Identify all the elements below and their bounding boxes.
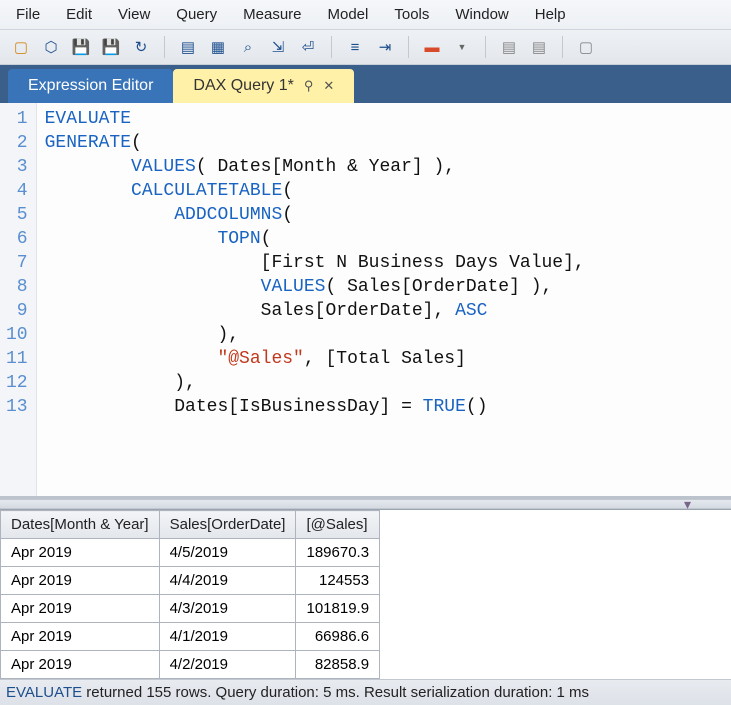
- format-icon[interactable]: ▬: [421, 36, 443, 58]
- table-row[interactable]: Apr 20194/3/2019101819.9: [1, 595, 380, 623]
- dropdown-icon[interactable]: ▼: [451, 36, 473, 58]
- menu-window[interactable]: Window: [449, 4, 514, 25]
- status-text: returned 155 rows. Query duration: 5 ms.…: [82, 684, 589, 701]
- splitter-handle[interactable]: ▾: [0, 499, 731, 509]
- menubar: File Edit View Query Measure Model Tools Window…: [0, 0, 731, 30]
- table-row[interactable]: Apr 20194/2/201982858.9: [1, 651, 380, 679]
- code-body[interactable]: EVALUATEGENERATE( VALUES( Dates[Month & …: [37, 103, 593, 496]
- tab-expression-editor[interactable]: Expression Editor: [8, 69, 173, 103]
- refresh-icon[interactable]: ↻: [130, 36, 152, 58]
- table-row[interactable]: Apr 20194/4/2019124553: [1, 567, 380, 595]
- diagram-icon[interactable]: ⇲: [267, 36, 289, 58]
- menu-file[interactable]: File: [10, 4, 46, 25]
- column-header[interactable]: Sales[OrderDate]: [159, 511, 296, 539]
- menu-tools[interactable]: Tools: [388, 4, 435, 25]
- tab-row: Expression Editor DAX Query 1* ⚲ ✕: [0, 65, 731, 103]
- table-row[interactable]: Apr 20194/1/201966986.6: [1, 623, 380, 651]
- menu-view[interactable]: View: [112, 4, 156, 25]
- menu-model[interactable]: Model: [322, 4, 375, 25]
- monitor-icon[interactable]: ▢: [575, 36, 597, 58]
- column-header[interactable]: [@Sales]: [296, 511, 380, 539]
- search-file-icon[interactable]: ⌕: [237, 36, 259, 58]
- open-icon[interactable]: ▢: [10, 36, 32, 58]
- document-icon[interactable]: ▤: [177, 36, 199, 58]
- code-editor[interactable]: 12345678910111213 EVALUATEGENERATE( VALU…: [0, 103, 731, 499]
- status-bar: EVALUATE returned 155 rows. Query durati…: [0, 679, 731, 705]
- status-keyword: EVALUATE: [6, 684, 82, 701]
- menu-help[interactable]: Help: [529, 4, 572, 25]
- menu-edit[interactable]: Edit: [60, 4, 98, 25]
- indent-icon[interactable]: ≡: [344, 36, 366, 58]
- line-gutter: 12345678910111213: [0, 103, 37, 496]
- close-icon[interactable]: ✕: [323, 78, 334, 94]
- menu-query[interactable]: Query: [170, 4, 223, 25]
- tab-label: Expression Editor: [28, 77, 153, 95]
- cube-icon[interactable]: ⬡: [40, 36, 62, 58]
- menu-measure[interactable]: Measure: [237, 4, 307, 25]
- toolbar: ▢ ⬡ 💾 💾 ↻ ▤ ▦ ⌕ ⇲ ⏎ ≡ ⇥ ▬ ▼ ▤ ▤ ▢: [0, 30, 731, 65]
- tab-dax-query[interactable]: DAX Query 1* ⚲ ✕: [173, 69, 354, 103]
- results-grid: Dates[Month & Year]Sales[OrderDate][@Sal…: [0, 509, 731, 679]
- align-bottom-icon[interactable]: ▤: [528, 36, 550, 58]
- column-header[interactable]: Dates[Month & Year]: [1, 511, 160, 539]
- save-icon[interactable]: 💾: [70, 36, 92, 58]
- tab-label: DAX Query 1*: [193, 77, 293, 95]
- grid-icon[interactable]: ▦: [207, 36, 229, 58]
- pin-icon[interactable]: ⚲: [304, 78, 314, 94]
- save-all-icon[interactable]: 💾: [100, 36, 122, 58]
- run-icon[interactable]: ⏎: [297, 36, 319, 58]
- outdent-icon[interactable]: ⇥: [374, 36, 396, 58]
- table-row[interactable]: Apr 20194/5/2019189670.3: [1, 539, 380, 567]
- align-top-icon[interactable]: ▤: [498, 36, 520, 58]
